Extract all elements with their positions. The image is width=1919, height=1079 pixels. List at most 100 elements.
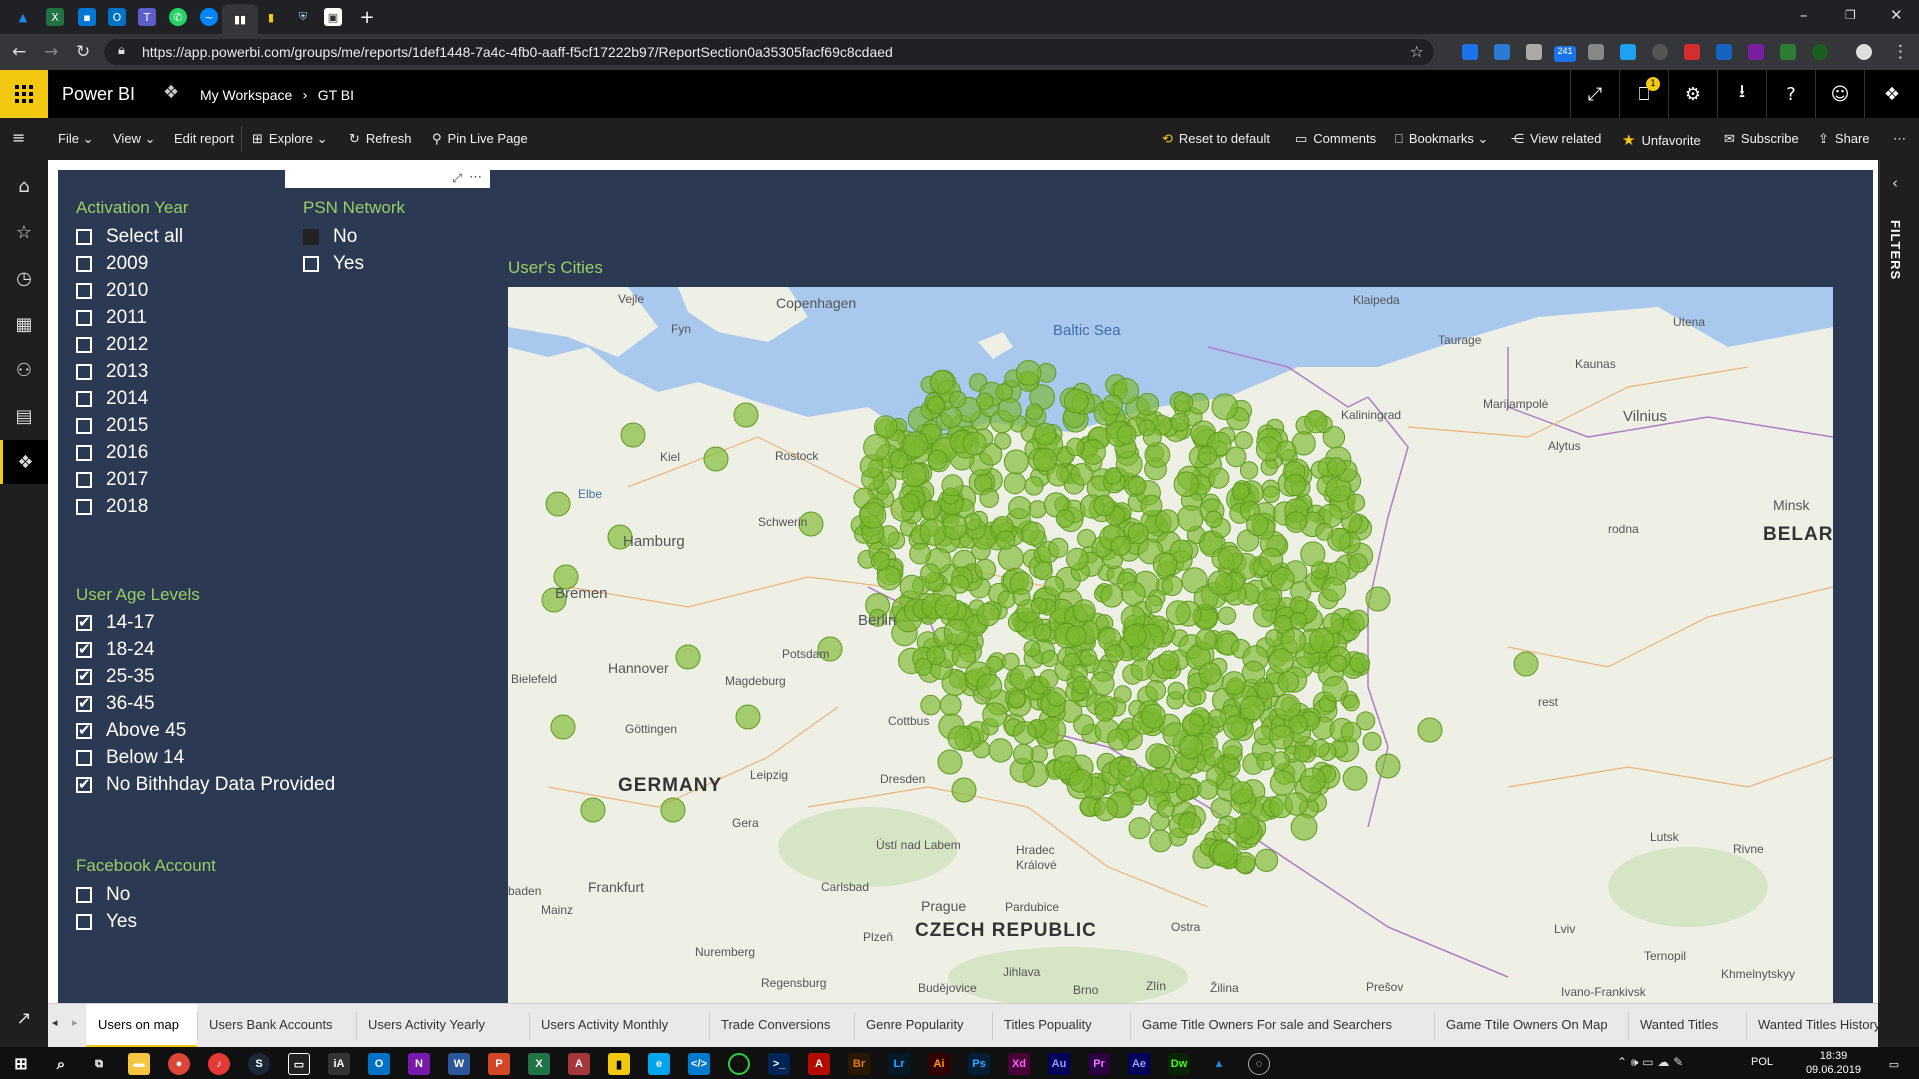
language-indicator[interactable]: POL — [1751, 1056, 1773, 1068]
map-bubble[interactable] — [920, 694, 941, 716]
hamburger-menu-icon[interactable]: ≡ — [12, 128, 25, 147]
map-bubble[interactable] — [994, 432, 1012, 450]
onenote-extension-icon[interactable] — [1748, 44, 1764, 60]
map-bubble[interactable] — [1007, 689, 1026, 708]
checkbox[interactable] — [76, 750, 92, 766]
browser-menu-icon[interactable]: ⋮ — [1892, 42, 1909, 62]
map-bubble[interactable] — [1130, 658, 1154, 681]
map-bubble[interactable] — [1221, 671, 1247, 696]
map-bubble[interactable] — [1284, 474, 1307, 497]
outlook-icon[interactable]: O — [368, 1053, 390, 1075]
collapse-arrow-icon[interactable]: ‹ — [1892, 174, 1898, 192]
page-tab[interactable]: Genre Popularity — [866, 1017, 964, 1032]
map-bubble[interactable] — [1365, 586, 1391, 612]
map-bubble[interactable] — [1158, 650, 1180, 672]
close-icon[interactable]: ✕ — [1890, 6, 1903, 24]
edge-icon[interactable]: e — [648, 1053, 670, 1075]
powerpoint-icon[interactable]: P — [488, 1053, 510, 1075]
comments-button[interactable]: ▭ Comments — [1295, 131, 1376, 147]
map-bubble[interactable] — [1072, 675, 1091, 695]
extension-icon-5[interactable] — [1620, 44, 1636, 60]
feedback-smiley-icon[interactable]: ☺ — [1815, 70, 1864, 118]
checkbox[interactable] — [76, 418, 92, 434]
dreamweaver-icon[interactable]: Dw — [1168, 1053, 1190, 1075]
map-bubble[interactable] — [1212, 841, 1238, 868]
map-bubble[interactable] — [996, 530, 1016, 550]
map-bubble[interactable] — [1013, 743, 1034, 765]
map-bubble[interactable] — [976, 392, 994, 411]
map-bubble[interactable] — [1157, 799, 1175, 818]
map-bubble[interactable] — [1009, 664, 1036, 691]
map-bubble[interactable] — [1256, 681, 1276, 700]
slicer-item[interactable]: 2010 — [76, 280, 336, 302]
itunes-icon[interactable]: ♪ — [208, 1053, 230, 1075]
map-bubble[interactable] — [1138, 419, 1156, 437]
favorites-star-icon[interactable]: ☆ — [0, 210, 48, 254]
map-bubble[interactable] — [1234, 813, 1260, 839]
map-bubble[interactable] — [1269, 770, 1296, 796]
profile-avatar[interactable] — [1856, 44, 1872, 60]
shield-tab-icon[interactable]: ⛨ — [294, 8, 312, 26]
settings-gear-icon[interactable]: ⚙ — [1668, 70, 1717, 118]
view-related-button[interactable]: ⋲ View related — [1511, 131, 1601, 147]
slicer-item[interactable]: Above 45 — [76, 720, 336, 742]
messenger-tab-icon[interactable]: ~ — [200, 8, 218, 26]
onenote-icon[interactable]: N — [408, 1053, 430, 1075]
fullscreen-icon[interactable]: ⤢ — [1570, 70, 1619, 118]
map-bubble[interactable] — [1280, 628, 1306, 654]
map-bubble[interactable] — [941, 474, 964, 497]
map-bubble[interactable] — [1077, 528, 1097, 549]
excel-tab-icon[interactable]: X — [46, 8, 64, 26]
map-bubble[interactable] — [1113, 685, 1132, 704]
clock[interactable]: 18:39 09.06.2019 — [1806, 1049, 1861, 1077]
map-bubble[interactable] — [1299, 767, 1326, 794]
slicer-item[interactable]: Select all — [76, 226, 336, 248]
map-bubble[interactable] — [947, 725, 973, 751]
map-bubble[interactable] — [920, 500, 941, 521]
map-bubble[interactable] — [1144, 595, 1163, 614]
windows-start-icon[interactable]: ⊞ — [10, 1053, 32, 1075]
reset-to-default-button[interactable]: ⟲ Reset to default — [1162, 131, 1270, 147]
vscode-icon[interactable]: </> — [688, 1053, 710, 1075]
map-bubble[interactable] — [1262, 485, 1280, 504]
map-bubble[interactable] — [939, 694, 962, 716]
home-icon[interactable]: ⌂ — [0, 164, 48, 208]
slicer-item[interactable]: 2018 — [76, 496, 336, 518]
map-bubble[interactable] — [1257, 588, 1281, 612]
checkbox[interactable] — [76, 914, 92, 930]
map-bubble[interactable] — [1195, 628, 1217, 651]
extension-icon-10[interactable] — [1812, 44, 1828, 60]
checkbox[interactable] — [76, 667, 92, 685]
slicer-item[interactable]: 2011 — [76, 307, 336, 329]
shared-with-me-icon[interactable]: ⚇ — [0, 348, 48, 392]
map-bubble[interactable] — [1116, 424, 1137, 445]
map-bubble[interactable] — [1329, 654, 1348, 673]
users-map[interactable]: Copenhagen Baltic Sea Klaipeda Taurage U… — [508, 287, 1833, 1003]
map-bubble[interactable] — [1340, 721, 1362, 743]
map-bubble[interactable] — [1015, 360, 1042, 386]
checkbox[interactable] — [76, 337, 92, 353]
map-bubble[interactable] — [620, 422, 646, 448]
map-bubble[interactable] — [1239, 695, 1265, 721]
map-bubble[interactable] — [1181, 713, 1205, 736]
share-button[interactable]: ⇪ Share — [1818, 131, 1870, 147]
map-bubble[interactable] — [1144, 442, 1171, 468]
map-bubble[interactable] — [735, 704, 761, 730]
slicer-item[interactable]: 2017 — [76, 469, 336, 491]
map-bubble[interactable] — [1033, 422, 1057, 446]
map-bubble[interactable] — [1104, 467, 1122, 485]
checkbox[interactable] — [76, 229, 92, 245]
map-bubble[interactable] — [1093, 796, 1119, 822]
map-bubble[interactable] — [1152, 552, 1178, 577]
map-bubble[interactable] — [995, 383, 1013, 401]
map-bubble[interactable] — [1349, 652, 1370, 673]
map-bubble[interactable] — [1003, 449, 1029, 475]
map-bubble[interactable] — [1276, 440, 1297, 461]
map-bubble[interactable] — [1094, 701, 1116, 722]
unfavorite-button[interactable]: ★ Unfavorite — [1622, 131, 1701, 149]
map-bubble[interactable] — [1105, 644, 1124, 663]
map-bubble[interactable] — [1040, 650, 1059, 668]
map-bubble[interactable] — [1093, 494, 1116, 517]
map-bubble[interactable] — [1348, 553, 1368, 573]
map-bubble[interactable] — [974, 558, 997, 581]
